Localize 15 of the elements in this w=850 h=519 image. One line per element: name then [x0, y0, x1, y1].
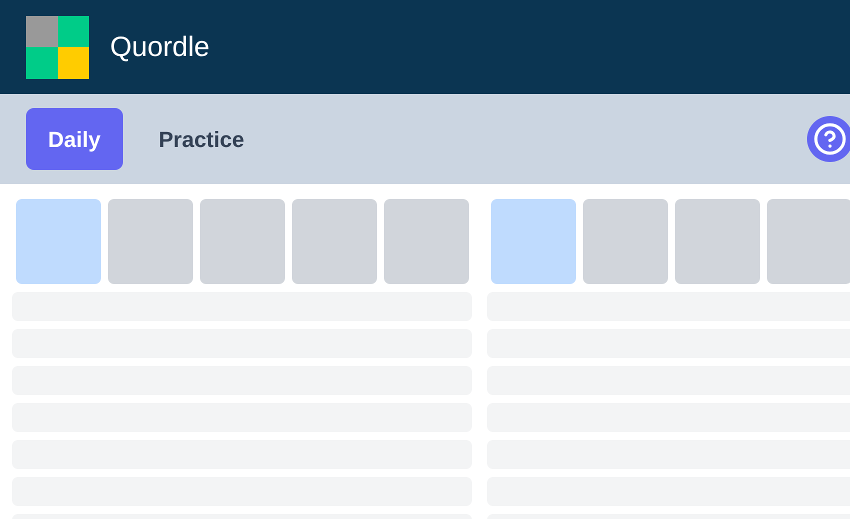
letter-tile[interactable] [384, 199, 469, 284]
mode-tab[interactable]: Practice [136, 108, 266, 170]
app-title: Quordle [110, 30, 210, 64]
letter-tile[interactable] [675, 199, 760, 284]
letter-tile[interactable] [200, 199, 285, 284]
letter-tile[interactable] [292, 199, 377, 284]
mode-tab[interactable]: Daily [26, 108, 123, 170]
letter-tile[interactable] [583, 199, 668, 284]
logo-icon [26, 16, 89, 78]
letter-tile[interactable] [767, 199, 850, 284]
letter-tile[interactable] [16, 199, 101, 284]
help-button[interactable] [807, 116, 850, 162]
help-icon [813, 122, 847, 156]
letter-tile[interactable] [491, 199, 576, 284]
letter-tile[interactable] [108, 199, 193, 284]
